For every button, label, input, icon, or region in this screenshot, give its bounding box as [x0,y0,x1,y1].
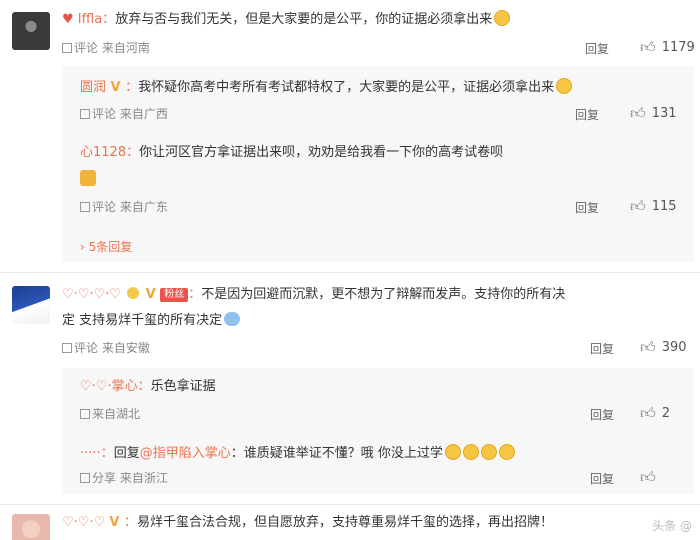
like-button[interactable]: 👍︎ 390 [640,338,687,357]
verified-icon: V [141,287,161,302]
more-replies-link[interactable]: › 5条回复 [80,238,132,255]
verified-icon: V [109,515,124,530]
comment-icon [80,409,90,419]
comment-text-cont: 定 支持易烊千玺的所有决定 [62,312,241,330]
reply-button[interactable]: 回复 [590,406,614,423]
reply-button[interactable]: 回复 [585,40,609,57]
bubble-emoji-icon [224,312,241,326]
thumbs-up-icon: 👍︎ [640,38,656,56]
level-icon [127,287,140,299]
username[interactable]: 圆润 [80,80,106,95]
thumbs-up-icon: 👍︎ [640,338,656,356]
smile-emoji-icon [556,78,573,94]
divider [0,272,700,273]
reply-button[interactable]: 回复 [575,106,599,123]
reply-button[interactable]: 回复 [590,340,614,357]
reply-button[interactable]: 回复 [575,199,599,216]
comment-icon [80,109,90,119]
comment-meta: 评论 来自河南 [62,40,150,56]
like-button[interactable]: 👍︎ 2 [640,404,670,423]
laugh-emoji-icon [444,444,461,460]
reply-text: ·····：回复@指甲陷入掌心：谁质疑谁举证不懂？哦 你没上过学 [80,444,515,463]
thumbs-up-icon: 👍︎ [640,468,656,486]
like-button[interactable]: 👍︎ 1179 [640,38,695,57]
share-icon [80,473,90,483]
avatar[interactable] [12,514,50,540]
username[interactable]: ♡·♡·♡·♡ [62,287,125,302]
username[interactable]: ♡·♡·♡ [62,515,109,530]
smile-emoji-icon [494,10,511,26]
comment-text: ♡·♡·♡·♡ V 粉丝 ：不是因为回避而沉默，更不想为了辩解而发声。支持你的所有… [62,287,566,302]
laugh-emoji-icon [480,444,497,460]
chevron-right-icon: › [80,240,89,254]
fan-badge: 粉丝 [160,288,189,302]
divider [0,504,700,505]
avatar[interactable] [12,12,50,50]
comment-text: ♥ Iffla：放弃与否与我们无关，但是大家要的是公平，你的证据必须拿出来 [62,10,511,29]
comment-icon [62,43,72,53]
thumbs-up-icon: 👍︎ [630,197,646,215]
reply-text: ♡·♡·掌心：乐色拿证据 [80,379,216,394]
like-button[interactable]: 👍︎ [640,468,662,487]
laugh-emoji-icon [462,444,479,460]
vip-icon: ♥ [62,12,78,27]
thumbs-up-icon: 👍︎ [640,404,656,422]
reply-emoji-line [80,170,98,189]
username[interactable]: ♡·♡· [80,379,112,394]
reply-meta: 评论 来自广西 [80,106,168,122]
like-button[interactable]: 👍︎ 115 [630,197,677,216]
like-button[interactable]: 👍︎ 131 [630,104,677,123]
avatar[interactable] [12,286,50,324]
comment-text: ♡·♡·♡ V ：易烊千玺合法合规，但自愿放弃，支持尊重易烊千玺的选择，再出招牌… [62,515,553,530]
watermark: 头条 @ [652,519,692,533]
mention-link[interactable]: @指甲陷入掌心 [140,446,231,461]
reply-text: 圆润 V ：我怀疑你高考中考所有考试都特权了，大家要的是公平，证据必须拿出来 [80,78,573,97]
comment-icon [62,343,72,353]
reply-meta: 来自湖北 [80,406,140,422]
comment-meta: 评论 来自安徽 [62,340,150,356]
clap-emoji-icon [80,170,96,186]
username[interactable]: Iffla [78,12,102,27]
thumbs-up-icon: 👍︎ [630,104,646,122]
username[interactable]: ····· [80,446,101,461]
reply-text: 心1128：你让河区官方拿证据出来呗，劝劝是给我看一下你的高考试卷呗 [80,145,504,160]
reply-meta: 评论 来自广东 [80,199,168,215]
verified-icon: V [106,80,126,95]
comment-icon [80,202,90,212]
reply-button[interactable]: 回复 [590,470,614,487]
username[interactable]: 心1128 [80,145,126,160]
reply-meta: 分享 来自浙江 [80,470,168,486]
laugh-emoji-icon [498,444,515,460]
